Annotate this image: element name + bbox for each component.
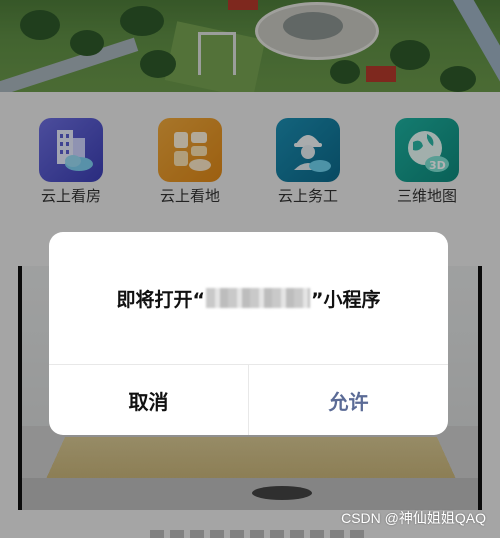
cancel-button[interactable]: 取消 — [49, 365, 248, 435]
redacted-program-name — [206, 288, 310, 308]
dialog-title-prefix: 即将打开“ — [116, 288, 206, 311]
dialog-title: 即将打开“ ”小程序 — [49, 232, 448, 364]
open-miniprogram-dialog: 即将打开“ ”小程序 取消 允许 — [49, 232, 448, 435]
watermark: CSDN @神仙姐姐QAQ — [341, 510, 486, 526]
app-screen: 云上看房 云上看地 云上务工 3D 三维地图 即将打开“ ”小程序 取消 允许 … — [0, 0, 500, 538]
dialog-title-suffix: ”小程序 — [311, 288, 381, 311]
allow-button[interactable]: 允许 — [249, 365, 448, 435]
